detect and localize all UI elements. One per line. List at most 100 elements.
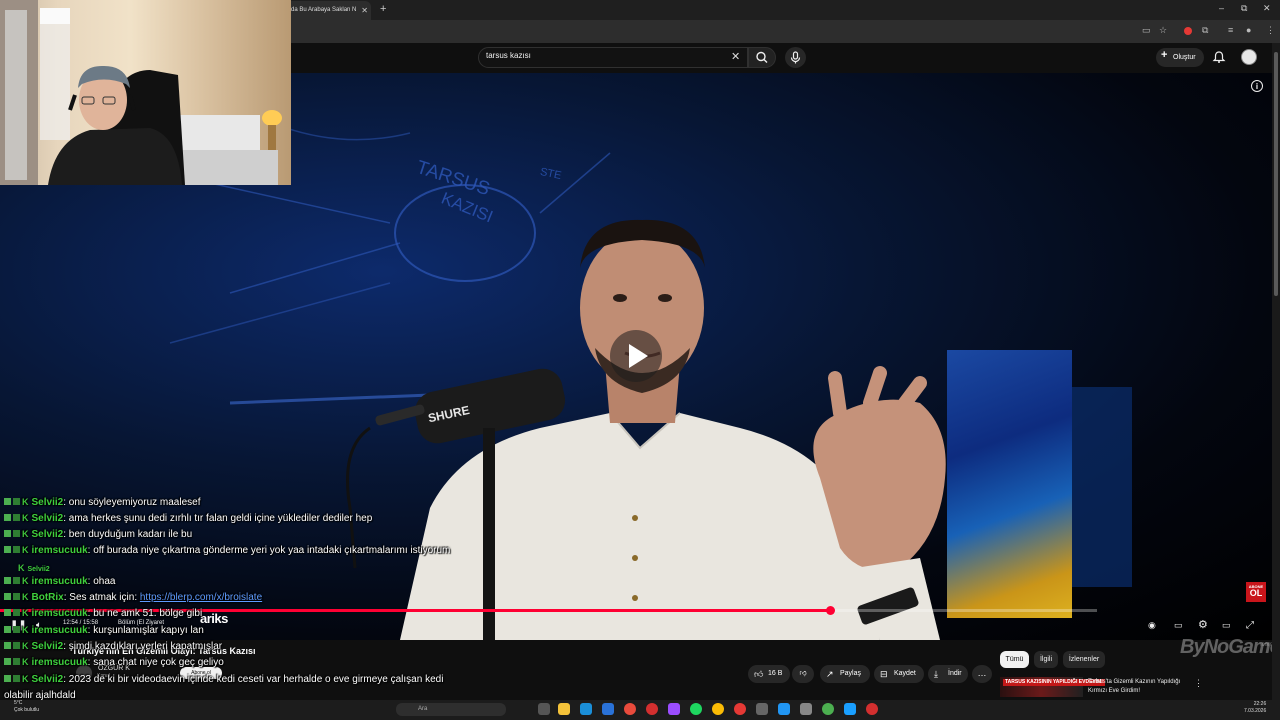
chat-badge-icon	[13, 641, 20, 649]
chat-username: BotRix	[31, 592, 64, 603]
bell-icon[interactable]	[1212, 50, 1226, 64]
moderator-badge-icon: K	[22, 497, 29, 507]
chat-badge-icon	[4, 641, 11, 649]
fullscreen-icon[interactable]: ⤢	[1246, 620, 1254, 631]
webcam-overlay	[0, 0, 291, 185]
download-icon: ⤓	[934, 669, 938, 679]
chat-message: K Selvii2: onu söyleyemiyoruz maalesef	[4, 497, 201, 508]
weather-temp: 5°C	[14, 700, 23, 706]
autoplay-toggle-icon[interactable]: ◉	[1148, 620, 1156, 631]
app-icon-4[interactable]	[734, 703, 746, 715]
app-icon-2[interactable]	[646, 703, 658, 715]
scrollbar-thumb[interactable]	[1274, 52, 1278, 296]
app-icon-3[interactable]	[668, 703, 680, 715]
chat-username: iremsucuuk	[31, 657, 88, 668]
spotify-icon[interactable]	[690, 703, 702, 715]
voice-search-button[interactable]	[785, 47, 806, 68]
taskbar-clock[interactable]: 22:26 7.03.2026	[1244, 701, 1266, 715]
play-button[interactable]	[610, 330, 662, 382]
chat-message: Kiremsucuuk: sana chat niye çok geç geli…	[4, 657, 224, 668]
moderator-badge-icon: K	[22, 625, 29, 635]
more-actions-button[interactable]: …	[972, 665, 992, 683]
dislike-button[interactable]: 👎︎	[792, 665, 814, 683]
background-panel	[1072, 387, 1132, 587]
edge-icon[interactable]	[580, 703, 592, 715]
maximize-button[interactable]: ⧉	[1241, 3, 1247, 14]
chat-badge-icon	[13, 545, 20, 553]
download-label: İndir	[948, 670, 962, 677]
recommended-more-icon[interactable]: ⋮	[1194, 678, 1203, 689]
chat-badge-icon	[13, 497, 20, 505]
chrome-icon[interactable]	[712, 703, 724, 715]
extension-red-icon[interactable]	[1184, 27, 1192, 35]
chat-badge-icon	[4, 545, 11, 553]
store-icon[interactable]	[602, 703, 614, 715]
tab-close-icon[interactable]: ✕	[361, 1, 368, 20]
avatar[interactable]	[1241, 49, 1257, 65]
file-explorer-icon[interactable]	[558, 703, 570, 715]
chat-username: iremsucuuk	[31, 576, 88, 587]
weather-text: Çok bulutlu	[14, 707, 40, 713]
app-icon-8[interactable]	[822, 703, 834, 715]
app-icon-6[interactable]	[778, 703, 790, 715]
thumbs-down-icon: 👎︎	[799, 670, 807, 677]
search-button[interactable]	[748, 47, 776, 68]
chat-badge-icon	[4, 608, 11, 616]
reading-list-icon[interactable]: ≡	[1228, 25, 1233, 35]
app-icon-7[interactable]	[800, 703, 812, 715]
bookmark-star-icon[interactable]: ☆	[1159, 25, 1167, 36]
chip-related[interactable]: İlgili	[1034, 651, 1058, 668]
chat-badge-icon	[4, 497, 11, 505]
chat-text: : off burada niye çıkartma gönderme yeri…	[87, 545, 451, 556]
chat-text: : 2023 de ki bir videodaevin içinde kedi…	[63, 674, 444, 685]
save-button[interactable]: ⊟ Kaydet	[874, 665, 924, 683]
chat-badge-icon	[4, 674, 11, 682]
profile-icon[interactable]: ●	[1246, 25, 1251, 35]
like-button[interactable]: 👍︎ 16 B	[748, 665, 790, 683]
chat-badge-icon	[4, 592, 11, 600]
cast-icon[interactable]: ▭	[1142, 25, 1151, 36]
minimize-button[interactable]: –	[1219, 3, 1224, 13]
moderator-badge-icon: K	[22, 576, 29, 586]
subtitles-icon[interactable]: ▭	[1174, 620, 1183, 631]
tab-title: da Bu Arabaya Saklan N	[291, 7, 357, 13]
recommended-title[interactable]: Tarsus'ta Gizemli Kazının Yapıldığı Kırm…	[1088, 678, 1188, 696]
clear-search-icon[interactable]: ✕	[731, 50, 740, 63]
chat-text: : onu söyleyemiyoruz maalesef	[63, 497, 201, 508]
browser-menu-icon[interactable]: ⋮	[1266, 25, 1275, 36]
steam-icon[interactable]	[844, 703, 856, 715]
new-tab-button[interactable]: +	[380, 3, 386, 15]
close-window-button[interactable]: ✕	[1263, 3, 1271, 14]
chat-badge-icon	[4, 657, 11, 665]
chat-message: Kiremsucuuk: kurşunlamışlar kapıyı lan	[4, 625, 204, 636]
chat-username: Selvii2	[31, 674, 64, 685]
chat-text: : ama herkes şunu dedi zırhlı tır falan …	[63, 513, 373, 524]
taskbar-weather[interactable]: 5°C Çok bulutlu	[14, 700, 39, 714]
extensions-icon[interactable]: ⧉	[1202, 25, 1208, 36]
chip-all[interactable]: Tümü	[1000, 651, 1029, 668]
chat-badge-icon	[13, 608, 20, 616]
chat-username: Selvii2	[31, 513, 64, 524]
settings-gear-icon[interactable]: ⚙	[1198, 618, 1208, 631]
chat-link[interactable]: https://blerp.com/x/broislate	[140, 592, 262, 603]
chat-text: : ohaa	[87, 576, 116, 587]
share-button[interactable]: ↗ Paylaş	[820, 665, 870, 683]
moderator-badge-icon: K	[18, 563, 25, 573]
theater-mode-icon[interactable]: ▭	[1222, 620, 1231, 631]
search-value[interactable]: tarsus kazısı	[486, 51, 531, 60]
taskbar-search[interactable]: Ara	[396, 703, 506, 716]
chip-watched[interactable]: İzlenenler	[1063, 651, 1105, 668]
app-icon-1[interactable]	[624, 703, 636, 715]
download-button[interactable]: ⤓ İndir	[928, 665, 968, 683]
task-view-icon[interactable]	[538, 703, 550, 715]
chat-badge-icon	[4, 576, 11, 584]
info-icon[interactable]: i	[1251, 80, 1263, 92]
chat-username: iremsucuuk	[31, 608, 88, 619]
taskbar	[0, 700, 1280, 720]
app-icon-5[interactable]	[756, 703, 768, 715]
browser-tab[interactable]: da Bu Arabaya Saklan N ✕	[283, 1, 371, 20]
app-icon-9[interactable]	[866, 703, 878, 715]
chat-badge-icon	[13, 576, 20, 584]
chat-badge-icon	[13, 657, 20, 665]
chat-badge-icon	[4, 529, 11, 537]
